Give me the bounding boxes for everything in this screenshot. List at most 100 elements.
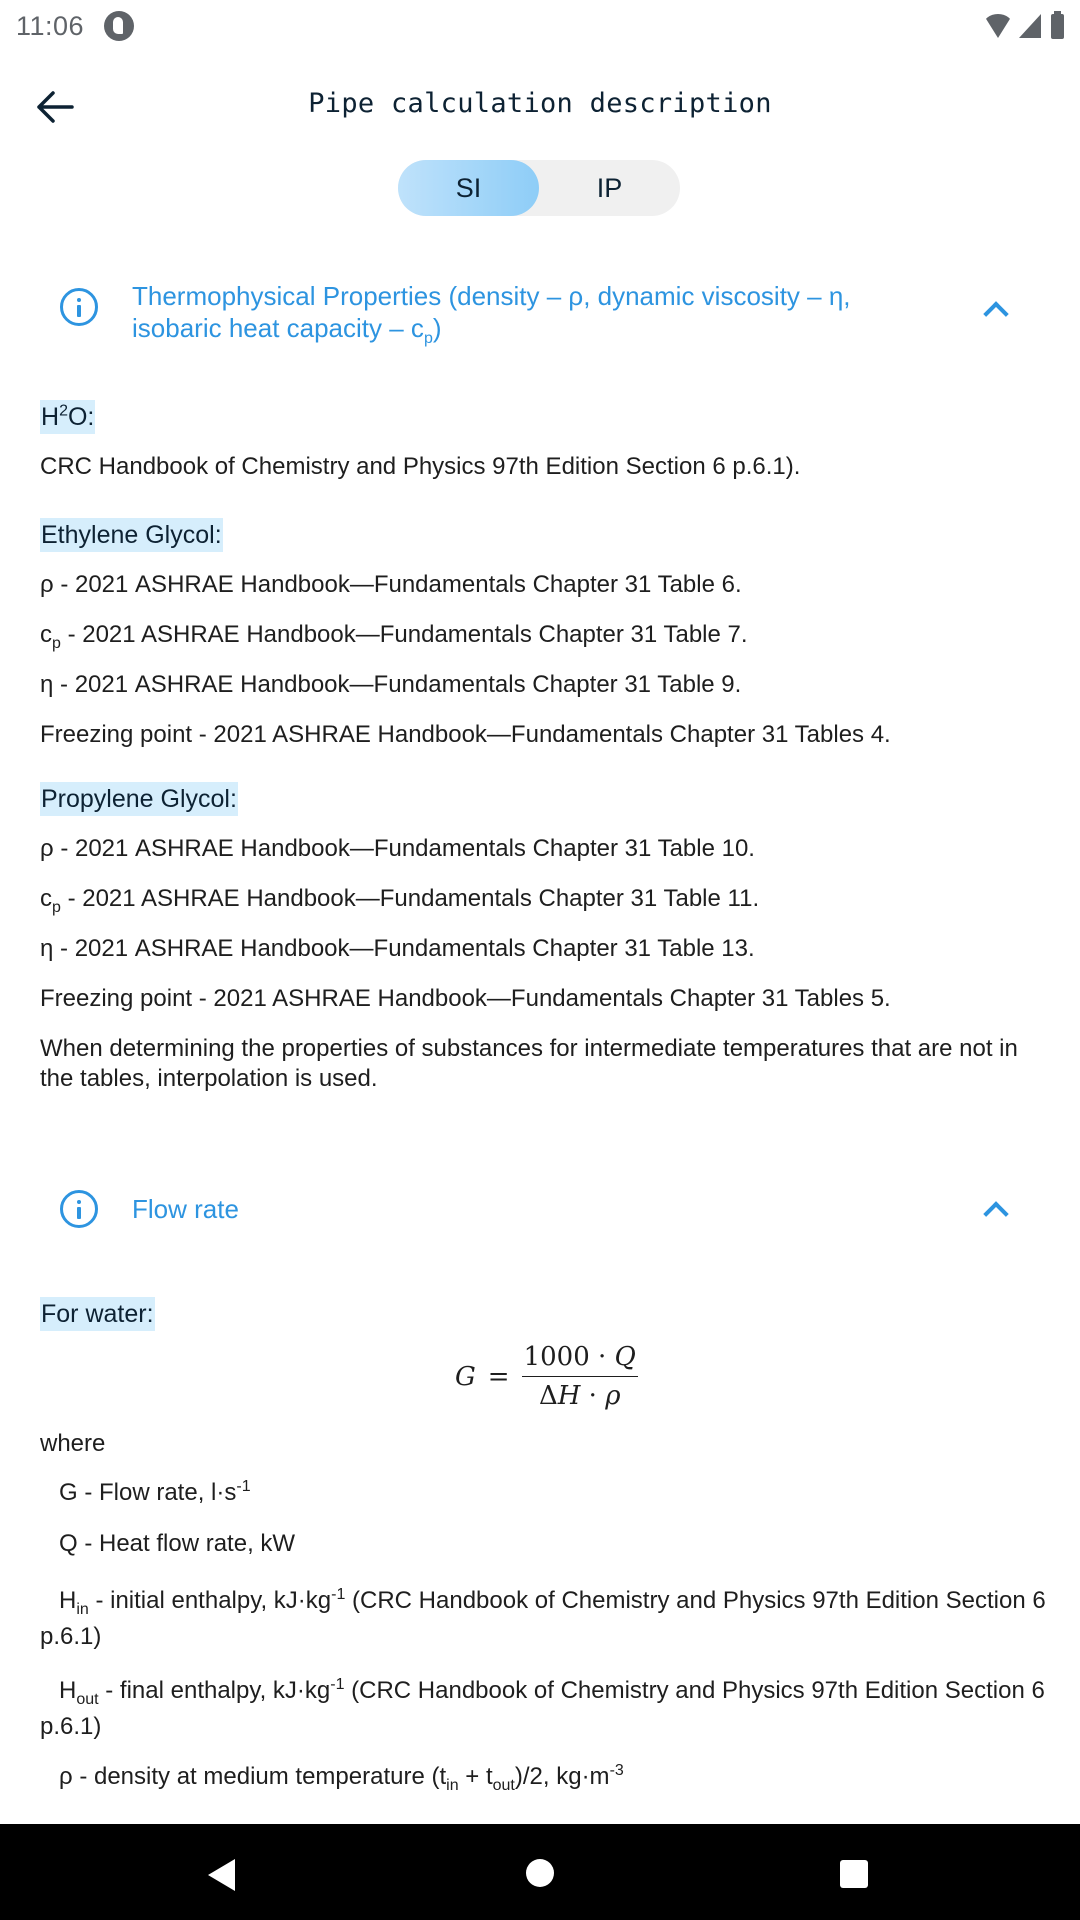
den-var1: H [557, 1381, 581, 1411]
formula-numerator: 1000 · Q [521, 1342, 638, 1377]
chevron-up-icon[interactable] [984, 297, 1008, 321]
group-label-water: For water: [40, 1297, 155, 1331]
symbol: G [59, 1479, 78, 1506]
den-delta: Δ [538, 1381, 558, 1411]
subscript: out [76, 1690, 99, 1708]
status-time: 11:06 [16, 10, 85, 41]
app-bar: Pipe calculation description [0, 60, 1080, 150]
definition-text: - initial enthalpy, kJ·kg [88, 1587, 332, 1614]
definition-line: Q - Heat flow rate, kW [40, 1529, 295, 1559]
reference-text: - 2021 ASHRAE Handbook—Fundamentals Chap… [60, 885, 760, 912]
status-bar: 11:06 [0, 0, 1080, 52]
reference-text: - 2021 ASHRAE Handbook—Fundamentals Chap… [53, 671, 742, 698]
definition-line: Hout - final enthalpy, kJ·kg-1 (CRC Hand… [40, 1673, 1050, 1745]
symbol: ρ [40, 835, 61, 862]
num-op: · [589, 1342, 615, 1372]
superscript: -1 [331, 1586, 346, 1603]
reference-line: η - 2021 ASHRAE Handbook—Fundamentals Ch… [40, 934, 755, 964]
system-nav-bar [0, 1824, 1080, 1920]
den-op: · [580, 1381, 606, 1411]
subscript: p [52, 898, 61, 916]
reference-text: - 2021 ASHRAE Handbook—Fundamentals Chap… [60, 835, 755, 862]
label-part: O: [67, 403, 95, 431]
subscript: out [492, 1776, 515, 1794]
definition-line: G - Flow rate, l·s-1 [40, 1478, 251, 1508]
superscript: -1 [330, 1676, 345, 1693]
nav-recents-icon[interactable] [840, 1860, 868, 1888]
label-part: H [41, 403, 60, 431]
symbol: H [59, 1587, 77, 1614]
section-title-line2: isobaric heat capacity – c [132, 313, 424, 343]
subscript: p [423, 330, 433, 348]
group-label-propylene-glycol: Propylene Glycol: [40, 782, 238, 816]
reference-text: - 2021 ASHRAE Handbook—Fundamentals Chap… [53, 935, 755, 962]
superscript: 2 [59, 402, 68, 420]
reference-line: η - 2021 ASHRAE Handbook—Fundamentals Ch… [40, 670, 741, 700]
den-var2: ρ [605, 1381, 621, 1411]
nav-back-icon[interactable] [208, 1859, 235, 1891]
definition-text: )/2, kg·m [514, 1763, 610, 1790]
num-const: 1000 [523, 1342, 590, 1372]
section-title-thermophysical: Thermophysical Properties (density – ρ, … [132, 280, 932, 348]
num-var: Q [614, 1342, 636, 1372]
reference-text: - 2021 ASHRAE Handbook—Fundamentals Chap… [60, 571, 742, 598]
section-title-line1: Thermophysical Properties (density – ρ, … [132, 281, 851, 311]
status-icons [983, 10, 1064, 39]
group-label-h2o: H2O: [40, 400, 96, 434]
subscript: in [446, 1776, 459, 1794]
definition-text: - Flow rate, l·s [77, 1479, 237, 1506]
formula-equals: = [487, 1361, 510, 1392]
interpolation-note: When determining the properties of subst… [40, 1035, 1018, 1092]
symbol: Q [59, 1530, 78, 1557]
reference-line: Freezing point - 2021 ASHRAE Handbook—Fu… [40, 985, 891, 1012]
app-notification-icon [104, 11, 135, 41]
formula-denominator: ΔH · ρ [539, 1377, 621, 1411]
label-ethylene-glycol: Ethylene Glycol: [40, 518, 223, 552]
reference-line: cp - 2021 ASHRAE Handbook—Fundamentals C… [40, 884, 760, 916]
label-h2o: H2O: [40, 400, 96, 434]
unit-option-ip[interactable]: IP [539, 160, 680, 216]
symbol: c [40, 621, 52, 648]
reference-line: CRC Handbook of Chemistry and Physics 97… [40, 453, 801, 480]
definition-text: - final enthalpy, kJ·kg [98, 1677, 331, 1704]
signal-icon [1019, 14, 1041, 38]
info-icon [60, 1190, 98, 1228]
symbol: ρ [59, 1763, 73, 1790]
section-header-flow-rate[interactable]: Flow rate [0, 1190, 1080, 1230]
flow-rate-formula: G = 1000 · Q ΔH · ρ [455, 1342, 638, 1411]
page-title: Pipe calculation description [308, 88, 772, 119]
unit-toggle: SI IP [398, 160, 680, 216]
where-label: where [40, 1430, 106, 1457]
section-title-flow-rate: Flow rate [132, 1194, 239, 1224]
symbol: H [59, 1677, 77, 1704]
symbol: ρ [40, 571, 61, 598]
reference-line: Freezing point - 2021 ASHRAE Handbook—Fu… [40, 721, 891, 748]
battery-icon [1051, 10, 1064, 39]
subscript: p [52, 634, 61, 652]
definition-text: - density at medium temperature (t [72, 1763, 447, 1790]
symbol: η [40, 935, 54, 962]
definition-line: ρ - density at medium temperature (tin +… [40, 1762, 624, 1794]
subscript: in [76, 1600, 89, 1618]
reference-line: ρ - 2021 ASHRAE Handbook—Fundamentals Ch… [40, 570, 742, 600]
label-propylene-glycol: Propylene Glycol: [40, 782, 238, 816]
definition-text: + t [458, 1763, 493, 1790]
definition-line: Hin - initial enthalpy, kJ·kg-1 (CRC Han… [40, 1583, 1050, 1655]
formula-lhs: G [455, 1361, 476, 1392]
wifi-icon [983, 14, 1013, 38]
superscript: -3 [609, 1762, 624, 1779]
chevron-up-icon[interactable] [984, 1197, 1008, 1221]
definition-text: - Heat flow rate, kW [77, 1530, 296, 1557]
unit-option-si[interactable]: SI [398, 160, 539, 216]
symbol: η [40, 671, 54, 698]
section-title-line2-end: ) [432, 313, 442, 343]
reference-line: cp - 2021 ASHRAE Handbook—Fundamentals C… [40, 620, 748, 652]
superscript: -1 [236, 1478, 251, 1495]
section-header-thermophysical[interactable]: Thermophysical Properties (density – ρ, … [0, 280, 1080, 350]
symbol: c [40, 885, 52, 912]
label-water: For water: [40, 1297, 155, 1331]
nav-home-icon[interactable] [526, 1859, 554, 1887]
info-icon [60, 288, 98, 326]
reference-line: ρ - 2021 ASHRAE Handbook—Fundamentals Ch… [40, 834, 755, 864]
formula-fraction: 1000 · Q ΔH · ρ [521, 1342, 638, 1411]
